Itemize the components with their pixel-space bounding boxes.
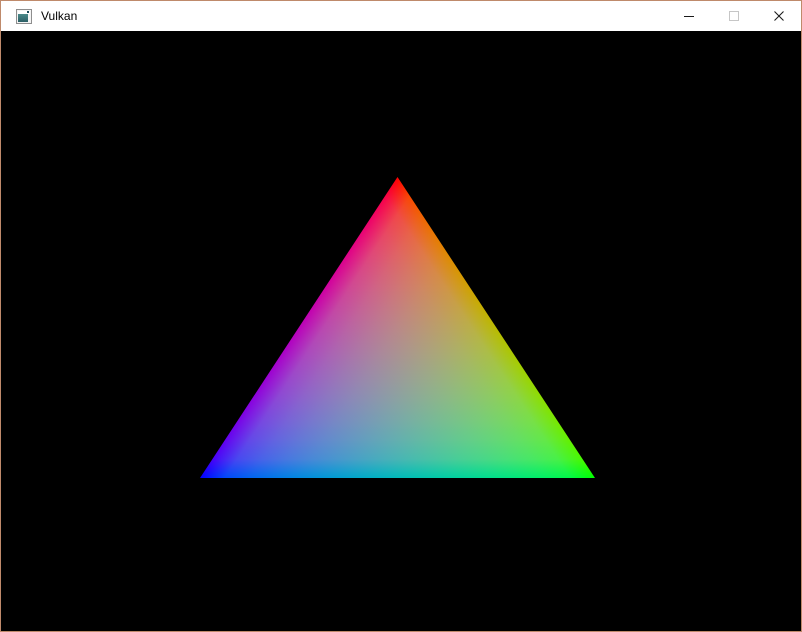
minimize-icon xyxy=(683,16,694,17)
titlebar[interactable]: Vulkan xyxy=(1,1,801,31)
window-title: Vulkan xyxy=(41,9,78,23)
rgb-triangle xyxy=(200,177,595,478)
minimize-button[interactable] xyxy=(666,1,711,31)
maximize-icon xyxy=(728,11,739,21)
vulkan-window: Vulkan xyxy=(0,0,802,632)
rgb-triangle-host xyxy=(200,177,595,478)
app-icon-body xyxy=(18,13,28,22)
app-window-icon[interactable] xyxy=(16,8,32,24)
maximize-button xyxy=(711,1,756,31)
titlebar-left: Vulkan xyxy=(1,1,666,31)
close-button[interactable] xyxy=(756,1,801,31)
vulkan-render-viewport xyxy=(1,31,801,631)
close-icon xyxy=(773,11,784,21)
caption-controls xyxy=(666,1,801,31)
